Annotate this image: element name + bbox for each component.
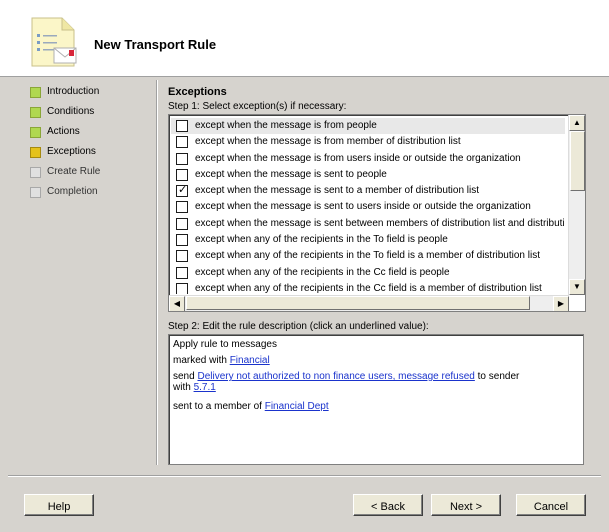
description-line: with 5.7.1: [173, 382, 216, 393]
horizontal-scrollbar[interactable]: ◀ ▶: [169, 295, 569, 311]
exception-item[interactable]: except when the message is sent between …: [171, 216, 565, 232]
exception-checkbox[interactable]: [176, 234, 188, 247]
exception-item[interactable]: except when any of the recipients in the…: [171, 248, 565, 264]
description-text: Apply rule to messages: [173, 339, 277, 350]
exception-checkbox[interactable]: [176, 168, 188, 181]
rule-description-box: Apply rule to messages marked with Finan…: [168, 334, 584, 465]
exception-item[interactable]: ✓ except when the message is sent to a m…: [171, 183, 565, 199]
exception-checkbox[interactable]: [176, 120, 188, 132]
exception-item[interactable]: except when the message is sent to users…: [171, 199, 565, 215]
exception-label: except when the message is from member o…: [195, 136, 461, 148]
exception-checkbox[interactable]: [176, 250, 188, 263]
exception-label: except when the message is from users in…: [195, 152, 521, 164]
nav-step-actions[interactable]: Actions: [30, 124, 160, 144]
horizontal-scroll-thumb[interactable]: [186, 296, 530, 310]
step-pending-icon: [30, 167, 41, 178]
exception-item[interactable]: except when the message is from member o…: [171, 134, 565, 150]
description-line: Apply rule to messages: [173, 339, 277, 350]
scroll-right-arrow-icon[interactable]: ▶: [553, 296, 569, 311]
nav-step-introduction[interactable]: Introduction: [30, 84, 160, 104]
scroll-left-arrow-icon[interactable]: ◀: [169, 296, 185, 311]
exception-label: except when the message is sent to peopl…: [195, 168, 387, 180]
wizard-header: New Transport Rule: [0, 0, 609, 77]
description-text: with: [173, 382, 194, 393]
wizard-steps-nav: Introduction Conditions Actions Exceptio…: [30, 84, 160, 204]
description-text: sent to a member of: [173, 401, 265, 412]
nav-step-create-rule: Create Rule: [30, 164, 160, 184]
help-button[interactable]: Help: [24, 494, 94, 516]
nav-step-conditions[interactable]: Conditions: [30, 104, 160, 124]
nav-step-label: Exceptions: [47, 146, 96, 157]
section-title: Exceptions: [168, 86, 227, 98]
nav-divider: [157, 80, 158, 465]
vertical-scrollbar[interactable]: ▲ ▼: [568, 115, 585, 295]
step1-label: Step 1: Select exception(s) if necessary…: [168, 101, 347, 112]
description-text: marked with: [173, 355, 230, 366]
exception-label: except when the message is sent to a mem…: [195, 185, 480, 197]
exception-item[interactable]: except when the message is sent to peopl…: [171, 167, 565, 183]
footer-divider: [8, 475, 601, 477]
exception-checkbox[interactable]: [176, 136, 188, 149]
description-text: to sender: [474, 371, 520, 382]
scroll-up-arrow-icon[interactable]: ▲: [569, 115, 585, 131]
exception-checkbox-checked[interactable]: ✓: [176, 184, 188, 198]
exception-label: except when any of the recipients in the…: [195, 266, 450, 278]
exception-checkbox[interactable]: [176, 266, 188, 279]
exception-label: except when any of the recipients in the…: [195, 250, 540, 262]
description-line: send Delivery not authorized to non fina…: [173, 371, 519, 382]
step2-label: Step 2: Edit the rule description (click…: [168, 321, 429, 332]
nav-step-completion: Completion: [30, 184, 160, 204]
exception-label: except when the message is from people: [195, 120, 377, 131]
description-line: marked with Financial: [173, 355, 270, 366]
value-link-financial[interactable]: Financial: [230, 355, 270, 366]
step-complete-icon: [30, 127, 41, 138]
exception-label: except when the message is sent between …: [195, 217, 565, 229]
value-link-status-code[interactable]: 5.7.1: [194, 382, 216, 393]
vertical-scroll-thumb[interactable]: [570, 131, 585, 191]
description-text: send: [173, 371, 198, 382]
exception-label: except when any of the recipients in the…: [195, 234, 448, 246]
description-line: sent to a member of Financial Dept: [173, 401, 329, 412]
exception-item[interactable]: except when the message is from users in…: [171, 151, 565, 167]
next-button[interactable]: Next >: [431, 494, 501, 516]
nav-step-label: Actions: [47, 126, 80, 137]
exception-label: except when any of the recipients in the…: [195, 282, 542, 294]
exception-item[interactable]: except when any of the recipients in the…: [171, 265, 565, 281]
scroll-down-arrow-icon[interactable]: ▼: [569, 279, 585, 295]
exception-checkbox[interactable]: [176, 282, 188, 294]
nav-step-exceptions[interactable]: Exceptions: [30, 144, 160, 164]
exception-label: except when the message is sent to users…: [195, 201, 531, 213]
exception-item[interactable]: except when the message is from people: [171, 118, 565, 135]
checkmark-icon: ✓: [178, 184, 188, 197]
exceptions-listbox[interactable]: except when the message is from people e…: [168, 114, 586, 312]
step-complete-icon: [30, 87, 41, 98]
step-complete-icon: [30, 107, 41, 118]
exception-checkbox[interactable]: [176, 152, 188, 165]
nav-step-label: Create Rule: [47, 166, 101, 177]
value-link-financial-dept[interactable]: Financial Dept: [265, 401, 329, 412]
step-pending-icon: [30, 187, 41, 198]
nav-step-label: Conditions: [47, 106, 95, 117]
exceptions-list: except when the message is from people e…: [171, 118, 565, 294]
page-title: New Transport Rule: [94, 37, 217, 52]
rule-document-icon: [31, 17, 77, 67]
step-current-icon: [30, 147, 41, 158]
nav-step-label: Completion: [47, 186, 98, 197]
exception-checkbox[interactable]: [176, 217, 188, 230]
back-button[interactable]: < Back: [353, 494, 423, 516]
cancel-button[interactable]: Cancel: [516, 494, 586, 516]
nav-step-label: Introduction: [47, 86, 100, 97]
exception-item[interactable]: except when any of the recipients in the…: [171, 281, 565, 294]
exception-checkbox[interactable]: [176, 201, 188, 214]
exception-item[interactable]: except when any of the recipients in the…: [171, 232, 565, 248]
value-link-rejection-message[interactable]: Delivery not authorized to non finance u…: [197, 371, 474, 382]
